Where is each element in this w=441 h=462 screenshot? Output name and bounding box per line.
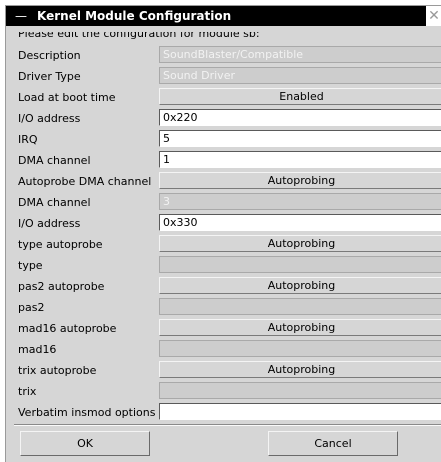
intro-text-clipped: Please edit the configuration for module…: [18, 32, 438, 40]
field-label: trix autoprobe: [18, 364, 97, 377]
disabled-field: [159, 298, 441, 315]
disabled-field: 3: [159, 193, 441, 210]
close-icon[interactable]: ✕: [426, 6, 441, 26]
toggle-button[interactable]: Autoprobing: [159, 235, 441, 252]
form-row: Autoprobe DMA channel Autoprobing: [6, 171, 441, 192]
form-row: trix: [6, 381, 441, 402]
field-label: I/O address: [18, 217, 81, 230]
field-label: trix: [18, 385, 37, 398]
form-row: I/O address 0x330: [6, 213, 441, 234]
form-row: I/O address 0x220: [6, 108, 441, 129]
cancel-button[interactable]: Cancel: [268, 431, 398, 456]
form-row: pas2 autoprobe Autoprobing: [6, 276, 441, 297]
field-label: mad16: [18, 343, 57, 356]
module-config-dialog: — Kernel Module Configuration ✕ Please e…: [5, 5, 441, 462]
disabled-field: [159, 256, 441, 273]
form-row: Description SoundBlaster/Compatible: [6, 45, 441, 66]
form-row: Verbatim insmod options: [6, 402, 441, 423]
toggle-button[interactable]: Autoprobing: [159, 361, 441, 378]
ok-button[interactable]: OK: [20, 431, 150, 456]
window-menu-icon[interactable]: —: [12, 8, 30, 24]
toggle-button[interactable]: Autoprobing: [159, 277, 441, 294]
form-row: pas2: [6, 297, 441, 318]
text-field[interactable]: 0x220: [159, 109, 441, 126]
toggle-button[interactable]: Enabled: [159, 88, 441, 105]
field-label: Load at boot time: [18, 91, 116, 104]
form-row: mad16: [6, 339, 441, 360]
field-label: mad16 autoprobe: [18, 322, 117, 335]
text-field[interactable]: 5: [159, 130, 441, 147]
text-field[interactable]: [159, 403, 441, 420]
form-row: type autoprobe Autoprobing: [6, 234, 441, 255]
form-row: IRQ 5: [6, 129, 441, 150]
toggle-button[interactable]: Autoprobing: [159, 319, 441, 336]
field-label: DMA channel: [18, 154, 91, 167]
field-label: pas2 autoprobe: [18, 280, 105, 293]
form-row: trix autoprobe Autoprobing: [6, 360, 441, 381]
button-separator: [14, 424, 441, 426]
disabled-field: Sound Driver: [159, 67, 441, 84]
field-label: Verbatim insmod options: [18, 406, 156, 419]
text-field[interactable]: 0x330: [159, 214, 441, 231]
form-row: DMA channel 1: [6, 150, 441, 171]
form-row: Load at boot time Enabled: [6, 87, 441, 108]
text-field[interactable]: 1: [159, 151, 441, 168]
field-label: type autoprobe: [18, 238, 103, 251]
form-row: type: [6, 255, 441, 276]
field-label: type: [18, 259, 43, 272]
field-label: Description: [18, 49, 81, 62]
field-label: DMA channel: [18, 196, 91, 209]
field-label: pas2: [18, 301, 45, 314]
window-title: Kernel Module Configuration: [37, 9, 232, 23]
field-label: I/O address: [18, 112, 81, 125]
field-label: Autoprobe DMA channel: [18, 175, 152, 188]
intro-text: Please edit the configuration for module…: [18, 32, 260, 40]
disabled-field: SoundBlaster/Compatible: [159, 46, 441, 63]
disabled-field: [159, 382, 441, 399]
toggle-button[interactable]: Autoprobing: [159, 172, 441, 189]
field-label: Driver Type: [18, 70, 81, 83]
field-label: IRQ: [18, 133, 38, 146]
form-row: mad16 autoprobe Autoprobing: [6, 318, 441, 339]
form-row: DMA channel 3: [6, 192, 441, 213]
form-row: Driver Type Sound Driver: [6, 66, 441, 87]
title-bar[interactable]: — Kernel Module Configuration ✕: [6, 6, 441, 26]
disabled-field: [159, 340, 441, 357]
